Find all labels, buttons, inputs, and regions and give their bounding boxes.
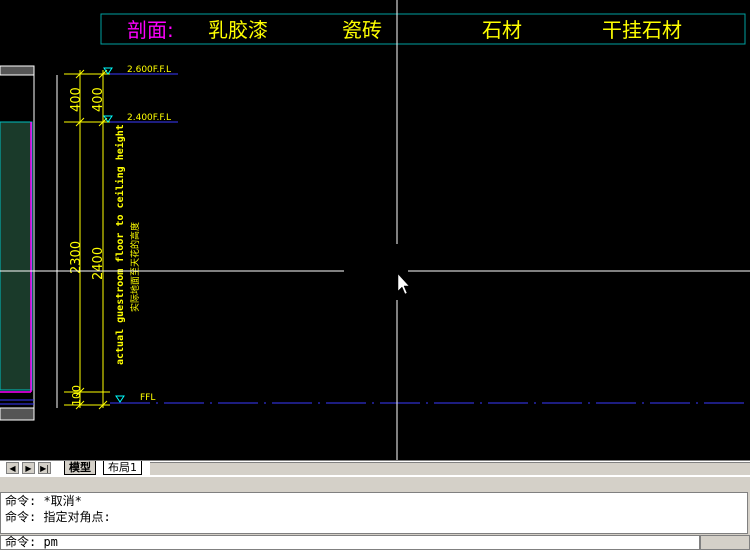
drawing-canvas[interactable]: 剖面: 乳胶漆 瓷砖 石材 干挂石材 2.600F.F.L 2.400F.F.L… xyxy=(0,0,750,460)
legend-label: 剖面: xyxy=(127,18,174,42)
dim-2400: 2400 xyxy=(91,247,106,280)
level-floor-label: FFL xyxy=(140,393,155,403)
tab-next-button[interactable]: ▶ xyxy=(22,462,35,474)
dim-400-left: 400 xyxy=(69,87,84,112)
crosshair xyxy=(0,0,750,460)
level-marker-top xyxy=(103,67,113,75)
command-history-line: 命令: *取消* xyxy=(5,494,82,508)
wall-section xyxy=(0,65,58,421)
drawing-svg: 剖面: 乳胶漆 瓷砖 石材 干挂石材 2.600F.F.L 2.400F.F.L… xyxy=(0,0,750,460)
mouse-cursor-icon xyxy=(397,273,410,295)
command-history: 命令: *取消* 命令: 指定对角点: xyxy=(0,492,748,534)
legend-item-tile: 瓷砖 xyxy=(342,18,382,42)
legend-item-stone: 石材 xyxy=(482,18,522,42)
level-marker-mid xyxy=(103,115,113,123)
dim-2300: 2300 xyxy=(69,241,84,274)
legend-item-latex: 乳胶漆 xyxy=(208,18,268,42)
dim-400-right: 400 xyxy=(91,87,106,112)
level-marker-floor xyxy=(115,395,125,403)
level-lines xyxy=(110,73,750,404)
note-chinese: 实际地面至天花的高度 xyxy=(129,222,141,312)
level-mid-label: 2.400F.F.L xyxy=(127,113,171,123)
level-top-label: 2.600F.F.L xyxy=(127,65,171,75)
legend-item-dry-hang-stone: 干挂石材 xyxy=(602,18,682,42)
command-panel: 命令: *取消* 命令: 指定对角点: 命令: pm xyxy=(0,478,750,550)
note-english: actual guestroom floor to ceiling height xyxy=(114,124,126,365)
command-input[interactable]: 命令: pm xyxy=(0,535,700,550)
tab-model[interactable]: 模型 xyxy=(64,461,96,475)
dim-100: 100 xyxy=(70,385,83,406)
command-history-line: 命令: 指定对角点: xyxy=(5,510,111,524)
tab-last-button[interactable]: ▶| xyxy=(38,462,51,474)
tab-layout1[interactable]: 布局1 xyxy=(103,461,142,475)
horizontal-scrollbar[interactable] xyxy=(150,462,750,475)
tab-first-button[interactable]: ◀ xyxy=(6,462,19,474)
command-scrollbar[interactable] xyxy=(700,535,750,550)
